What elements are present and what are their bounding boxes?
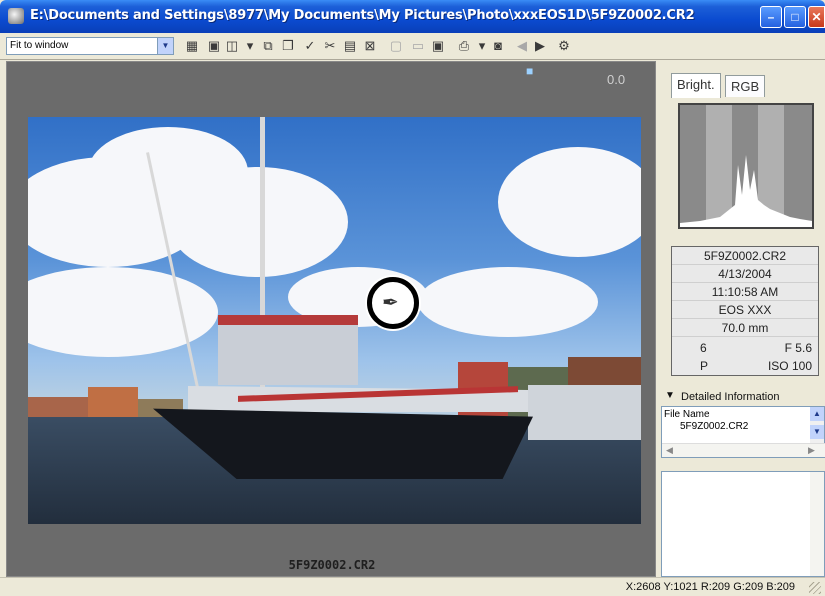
- toolbar: Fit to window ▼ ▦ ▣ ◫ ▾ ⧉ ❐ ✓ ✂ ▤ ⊠ ▢ ▭ …: [0, 33, 825, 60]
- prev-icon[interactable]: ◀: [514, 38, 530, 54]
- copy-icon[interactable]: ⧉: [260, 38, 276, 54]
- detail-vertical-scrollbar[interactable]: ▲ ▼: [810, 407, 824, 443]
- scroll-right-icon[interactable]: ▶: [808, 445, 815, 456]
- info-iso: ISO 100: [767, 359, 812, 373]
- file-caption: 5F9Z0002.CR2: [288, 558, 376, 572]
- maximize-button[interactable]: □: [784, 6, 806, 28]
- info-mode: P: [700, 359, 709, 373]
- compare-icon[interactable]: ⊠: [362, 38, 378, 54]
- save-icon[interactable]: ◙: [490, 38, 506, 54]
- detailed-info-toggle[interactable]: ▼ Detailed Information: [661, 388, 825, 406]
- info-mode-row: P ISO 100: [672, 357, 818, 375]
- app-window: E:\Documents and Settings\8977\My Docume…: [0, 0, 825, 596]
- check-icon[interactable]: ✓: [302, 38, 318, 54]
- status-bar: X:2608 Y:1021 R:209 G:209 B:209: [0, 577, 825, 596]
- info-filename: 5F9Z0002.CR2: [672, 247, 818, 265]
- info-exposure-row: 6 F 5.6: [672, 339, 818, 357]
- detail-list[interactable]: File Name 5F9Z0002.CR2 ▲ ▼ ◀ ▶: [661, 406, 825, 458]
- jpeg-icon[interactable]: ▭: [410, 38, 426, 54]
- detail-horizontal-scrollbar[interactable]: ◀ ▶: [662, 443, 825, 457]
- info-camera: EOS XXX: [672, 301, 818, 319]
- window-title: E:\Documents and Settings\8977\My Docume…: [30, 8, 695, 23]
- eyedropper-icon: ✒: [382, 292, 399, 314]
- detail-value: 5F9Z0002.CR2: [680, 421, 749, 432]
- fit-select[interactable]: Fit to window ▼: [6, 37, 174, 55]
- boat-cabin: [218, 315, 358, 385]
- af-point-icon: ■: [526, 64, 534, 78]
- next-icon[interactable]: ▶: [532, 38, 548, 54]
- raw-icon[interactable]: ▢: [388, 38, 404, 54]
- info-shutter: 6: [700, 341, 707, 355]
- boat-shape: [528, 385, 641, 440]
- paste-icon[interactable]: ❐: [280, 38, 296, 54]
- eyedropper-cursor[interactable]: ✒: [367, 277, 419, 329]
- tab-rgb[interactable]: RGB: [725, 75, 766, 97]
- resize-grip-icon[interactable]: [809, 582, 821, 594]
- close-button[interactable]: ✕: [808, 6, 825, 28]
- dual-view-icon[interactable]: ◫: [224, 38, 240, 54]
- dropdown-arrow-icon[interactable]: ▾: [242, 38, 258, 54]
- image-view-icon[interactable]: ▣: [206, 38, 222, 54]
- info-time: 11:10:58 AM: [672, 283, 818, 301]
- note-area[interactable]: [661, 471, 825, 577]
- scroll-down-icon[interactable]: ▼: [810, 425, 824, 439]
- dropdown-arrow-icon[interactable]: ▾: [474, 38, 490, 54]
- cloud-shape: [168, 167, 348, 277]
- cloud-shape: [498, 147, 641, 257]
- tab-bright[interactable]: Bright.: [671, 73, 721, 98]
- zoom-readout: 0.0: [607, 72, 626, 87]
- settings-icon[interactable]: ⚙: [556, 38, 572, 54]
- pixel-readout: X:2608 Y:1021 R:209 G:209 B:209: [625, 581, 795, 593]
- image-viewer[interactable]: ■ 0.0 ✒ 5F9Z0002.CR2: [6, 61, 656, 577]
- detail-key: File Name: [664, 409, 710, 420]
- fit-select-value: Fit to window: [10, 40, 69, 51]
- detailed-info-label: Detailed Information: [681, 391, 780, 403]
- grid-view-icon[interactable]: ▦: [184, 38, 200, 54]
- info-aperture: F 5.6: [784, 341, 812, 355]
- histogram: [678, 103, 814, 229]
- scroll-left-icon[interactable]: ◀: [666, 445, 673, 456]
- cloud-shape: [418, 267, 598, 337]
- triangle-down-icon: ▼: [665, 390, 675, 401]
- image-icon[interactable]: ▤: [342, 38, 358, 54]
- info-focal-length: 70.0 mm: [672, 319, 818, 337]
- info-panel: Bright. RGB 5F9Z0002.CR2 4/13/2004 11:10…: [661, 61, 825, 577]
- thumbnail-icon[interactable]: ▣: [430, 38, 446, 54]
- scroll-up-icon[interactable]: ▲: [810, 407, 824, 421]
- note-vertical-scrollbar[interactable]: [810, 472, 824, 576]
- cut-icon[interactable]: ✂: [322, 38, 338, 54]
- shooting-info: 5F9Z0002.CR2 4/13/2004 11:10:58 AM EOS X…: [671, 246, 819, 376]
- minimize-button[interactable]: –: [760, 6, 782, 28]
- chevron-down-icon[interactable]: ▼: [157, 38, 173, 54]
- print-icon[interactable]: ⎙: [456, 38, 472, 54]
- app-icon: [8, 8, 24, 24]
- info-date: 4/13/2004: [672, 265, 818, 283]
- title-bar[interactable]: E:\Documents and Settings\8977\My Docume…: [0, 0, 825, 33]
- histogram-chart: [680, 105, 812, 227]
- photo-image[interactable]: ✒: [28, 117, 641, 524]
